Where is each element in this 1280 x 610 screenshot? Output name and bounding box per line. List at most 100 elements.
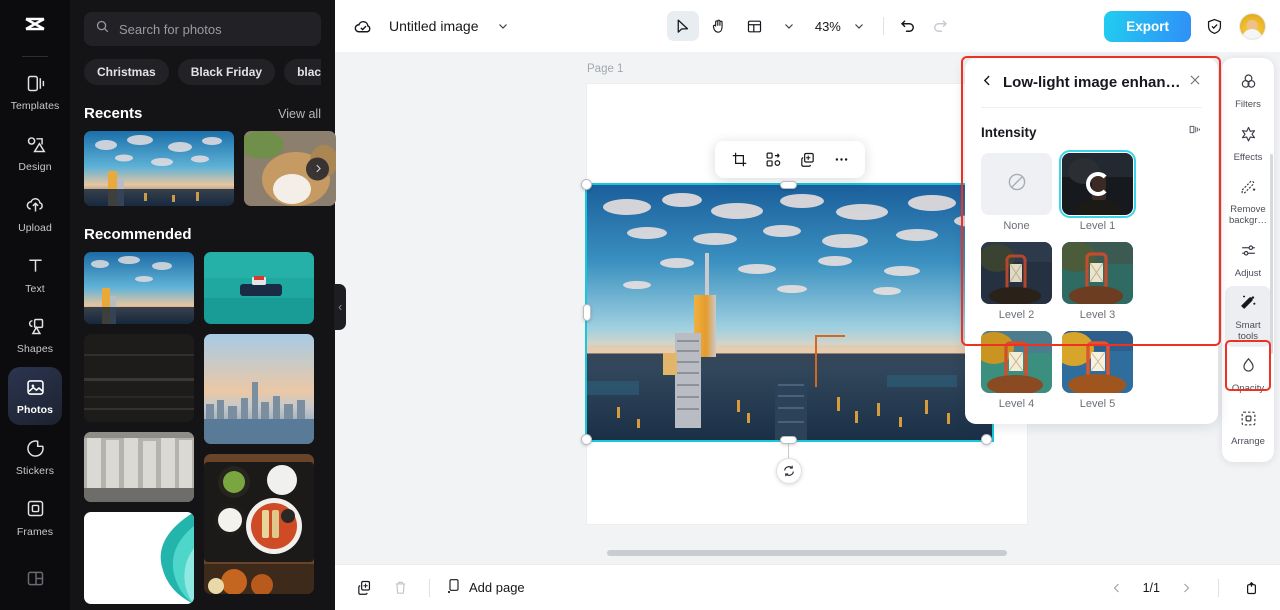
option-thumbnail[interactable] — [981, 153, 1052, 215]
sidebar-item-stickers[interactable]: Stickers — [8, 428, 62, 486]
sidebar-item-shapes[interactable]: Shapes — [8, 306, 62, 364]
prop-label: Smart tools — [1235, 320, 1261, 342]
search-bar[interactable] — [84, 12, 321, 46]
resize-handle-top-left[interactable] — [581, 179, 592, 190]
add-page-button[interactable]: Add page — [446, 578, 525, 597]
shield-check-icon[interactable] — [1201, 12, 1229, 40]
pager-divider — [1218, 578, 1219, 597]
duplicate-icon[interactable] — [793, 146, 821, 174]
prop-item-smart-tools[interactable]: Smart tools — [1225, 286, 1271, 348]
grid-photo-dark-texture[interactable] — [84, 334, 194, 422]
resize-handle-bottom-right[interactable] — [981, 434, 992, 445]
canvas-layout-button[interactable] — [739, 11, 771, 41]
intensity-option-none[interactable]: None — [981, 153, 1052, 232]
grid-photo-nyc[interactable] — [204, 334, 314, 444]
grid-photo-boat[interactable] — [204, 252, 314, 324]
intensity-option-level-2[interactable]: Level 2 — [981, 242, 1052, 321]
recents-view-all[interactable]: View all — [278, 107, 321, 121]
search-input[interactable] — [119, 21, 310, 37]
add-page-label: Add page — [469, 580, 525, 595]
panel-collapse-handle[interactable] — [334, 284, 346, 330]
recent-photo-city[interactable] — [84, 131, 234, 206]
export-upload-icon[interactable] — [1238, 575, 1264, 601]
horizontal-scrollbar[interactable] — [607, 550, 1007, 556]
prop-item-adjust[interactable]: Adjust — [1225, 234, 1271, 285]
trash-icon — [387, 575, 413, 601]
avatar-body — [1242, 28, 1263, 39]
grid-photo-teal-abstract[interactable] — [84, 512, 194, 604]
redo-icon — [926, 12, 954, 40]
page-navigation: 1/1 — [1104, 575, 1264, 601]
replace-image-icon[interactable] — [759, 146, 787, 174]
chip-christmas[interactable]: Christmas — [84, 59, 169, 85]
resize-handle-top-center[interactable] — [780, 181, 797, 189]
export-button[interactable]: Export — [1104, 10, 1191, 42]
canvas-tools: 43% — [666, 11, 954, 41]
sidebar-label: Photos — [16, 404, 54, 417]
low-light-enhance-panel: Low-light image enhan… Intensity None Le… — [965, 58, 1218, 424]
property-rail-scrollbar[interactable] — [1270, 154, 1273, 354]
zoom-level-value[interactable]: 43% — [815, 19, 841, 34]
no-effect-icon — [1006, 171, 1028, 198]
compare-icon[interactable] — [1187, 122, 1202, 142]
crop-icon[interactable] — [725, 146, 753, 174]
chip-black-friday[interactable]: Black Friday — [177, 59, 276, 85]
close-icon[interactable] — [1188, 73, 1202, 92]
chevron-left-icon[interactable] — [981, 74, 994, 92]
grid-photo-food[interactable] — [204, 454, 314, 594]
prop-item-effects[interactable]: Effects — [1225, 118, 1271, 169]
prop-item-opacity[interactable]: Opacity — [1225, 349, 1271, 400]
sidebar-item-design[interactable]: Design — [8, 124, 62, 182]
intensity-option-level-4[interactable]: Level 4 — [981, 331, 1052, 410]
sidebar-item-frames[interactable]: Frames — [8, 488, 62, 546]
capcut-logo-icon[interactable] — [0, 8, 70, 48]
add-page-icon — [446, 578, 462, 597]
prop-label: Arrange — [1231, 436, 1265, 447]
left-nav-rail: Templates Design Upload Text Shapes Phot… — [0, 0, 70, 610]
sidebar-item-templates[interactable]: Templates — [8, 63, 62, 121]
zoom-chevron-down-icon[interactable] — [845, 12, 873, 40]
intensity-option-level-1[interactable]: Level 1 — [1059, 150, 1136, 232]
resize-handle-middle-left[interactable] — [583, 304, 591, 321]
undo-icon[interactable] — [894, 12, 922, 40]
selected-image-element[interactable] — [585, 183, 994, 442]
prop-item-remove-background[interactable]: Remove backgr… — [1225, 170, 1271, 231]
option-thumbnail[interactable] — [1059, 150, 1136, 218]
option-thumbnail[interactable] — [1062, 242, 1133, 304]
avatar[interactable] — [1238, 12, 1266, 40]
prop-label: Adjust — [1234, 267, 1262, 279]
recents-next-button[interactable] — [306, 157, 329, 180]
option-thumbnail[interactable] — [981, 242, 1052, 304]
prop-item-filters[interactable]: Filters — [1225, 65, 1271, 116]
page-indicator: 1/1 — [1142, 580, 1160, 595]
option-label: None — [1003, 220, 1030, 232]
page-label: Page 1 — [587, 63, 624, 75]
more-options-icon[interactable] — [827, 146, 855, 174]
duplicate-page-icon[interactable] — [351, 575, 377, 601]
grid-photo-skyline[interactable] — [84, 252, 194, 324]
rotate-icon[interactable] — [776, 458, 802, 484]
intensity-option-level-5[interactable]: Level 5 — [1062, 331, 1133, 410]
chip-black[interactable]: black — [284, 59, 321, 85]
select-tool-button[interactable] — [666, 11, 699, 41]
sidebar-item-layout[interactable] — [8, 549, 62, 607]
sidebar-item-text[interactable]: Text — [8, 245, 62, 303]
resize-handle-bottom-left[interactable] — [581, 434, 592, 445]
sidebar-item-photos[interactable]: Photos — [8, 366, 62, 425]
layout-chevron-down-icon[interactable] — [775, 12, 803, 40]
document-title[interactable]: Untitled image — [389, 18, 479, 34]
option-thumbnail[interactable] — [981, 331, 1052, 393]
prev-page-icon[interactable] — [1104, 575, 1130, 601]
sidebar-item-upload[interactable]: Upload — [8, 184, 62, 242]
chevron-down-icon[interactable] — [489, 12, 517, 40]
hand-tool-button[interactable] — [703, 11, 735, 41]
grid-photo-pillars[interactable] — [84, 432, 194, 502]
intensity-option-level-3[interactable]: Level 3 — [1062, 242, 1133, 321]
next-page-icon[interactable] — [1173, 575, 1199, 601]
option-label: Level 4 — [998, 398, 1035, 410]
cloud-check-icon[interactable] — [349, 12, 377, 40]
prop-item-arrange[interactable]: Arrange — [1225, 402, 1271, 453]
resize-handle-bottom-center[interactable] — [780, 436, 797, 444]
sidebar-label: Upload — [18, 221, 52, 234]
option-thumbnail[interactable] — [1062, 331, 1133, 393]
